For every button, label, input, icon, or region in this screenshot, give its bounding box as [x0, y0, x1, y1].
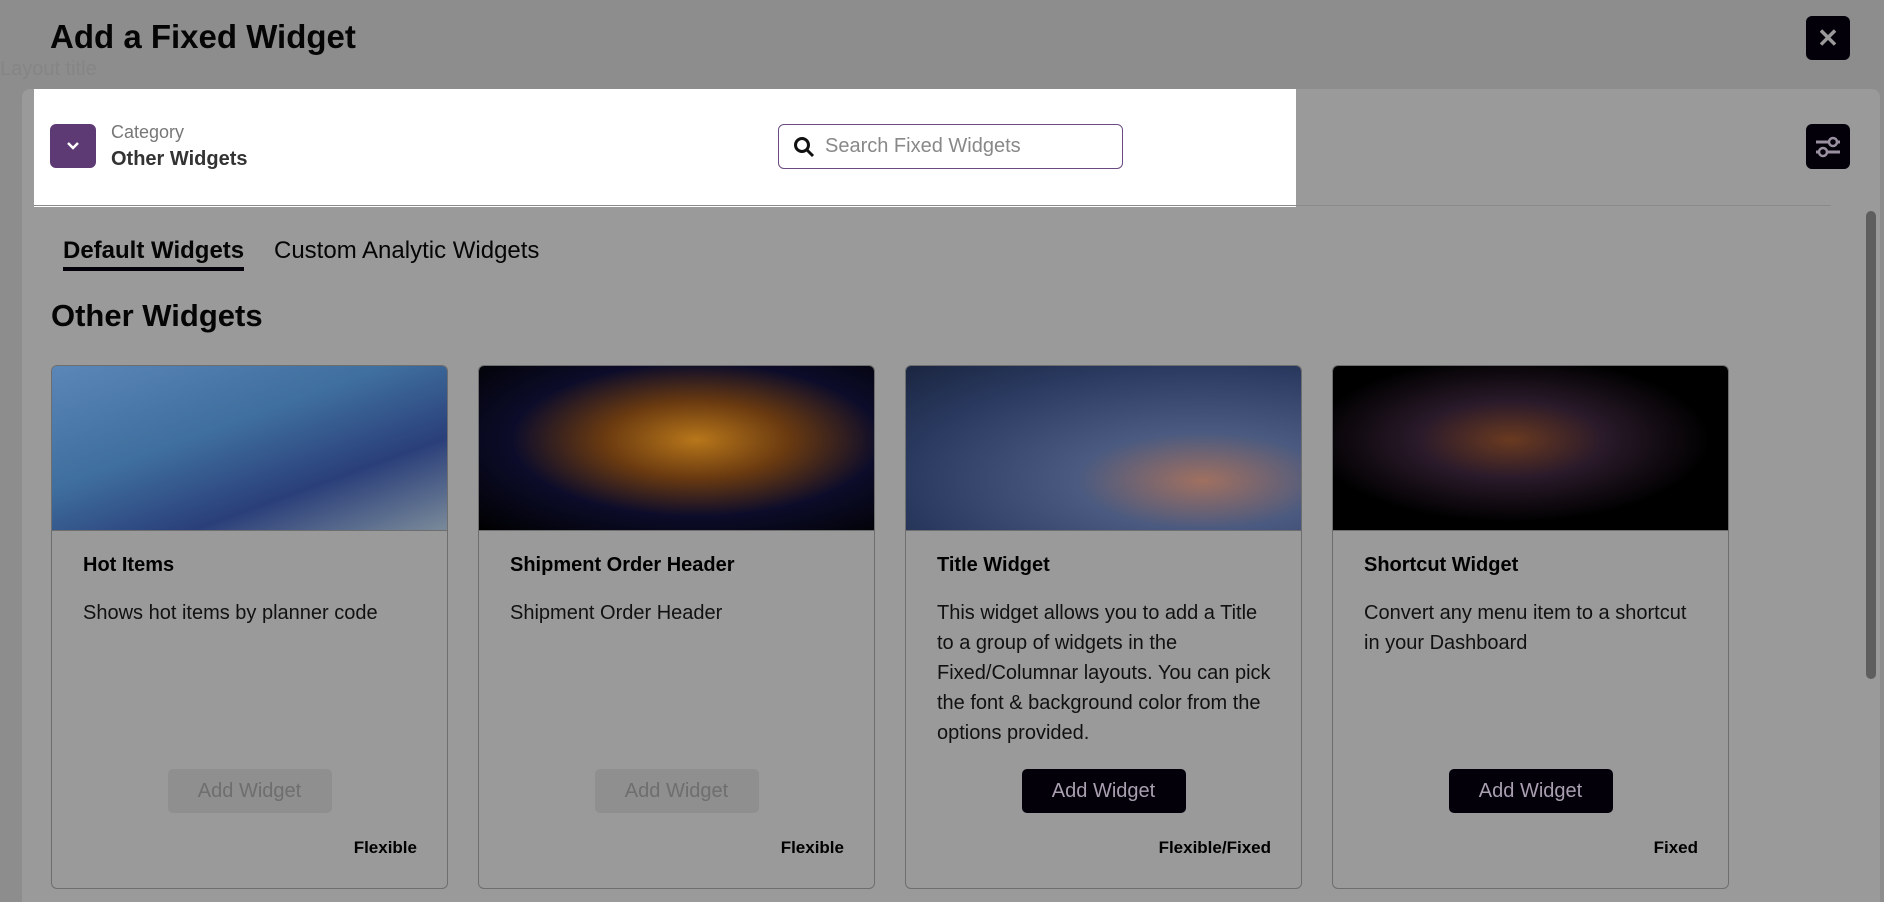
modal-title: Add a Fixed Widget	[50, 18, 356, 55]
card-description: Shows hot items by planner code	[83, 602, 378, 624]
chevron-down-icon	[67, 142, 79, 150]
close-icon: ✕	[1817, 22, 1839, 53]
add-widget-button[interactable]: Add Widget	[1448, 769, 1613, 813]
scrollbar[interactable]	[1866, 211, 1876, 679]
divider	[34, 205, 1831, 206]
add-widget-button[interactable]: Add Widget	[1021, 769, 1186, 813]
card-description: Shipment Order Header	[510, 602, 723, 624]
background-layout-title: Layout title	[0, 58, 97, 80]
search-field[interactable]	[778, 124, 1123, 169]
tab-custom-analytic-widgets[interactable]: Custom Analytic Widgets	[274, 237, 539, 265]
sliders-icon	[1816, 136, 1840, 157]
search-input[interactable]	[825, 135, 1095, 158]
card-title: Hot Items	[83, 554, 175, 576]
shortcut-widget-image	[1333, 366, 1728, 531]
card-title: Title Widget	[937, 554, 1050, 576]
layout-tag: Fixed	[1653, 838, 1698, 857]
card-title: Shipment Order Header	[510, 554, 735, 576]
search-icon	[794, 136, 815, 157]
close-button[interactable]: ✕	[1806, 16, 1850, 60]
widget-card-shortcut-widget: Shortcut Widget Convert any menu item to…	[1332, 365, 1729, 889]
card-title: Shortcut Widget	[1364, 554, 1519, 576]
widget-card-title-widget: Title Widget This widget allows you to a…	[905, 365, 1302, 889]
widget-card-hot-items: Hot Items Shows hot items by planner cod…	[51, 365, 448, 889]
tab-default-widgets[interactable]: Default Widgets	[63, 237, 245, 271]
title-widget-image	[906, 366, 1301, 531]
card-description: Convert any menu item to a shortcut in y…	[1364, 602, 1687, 654]
category-label: Category	[111, 122, 185, 142]
widget-card-shipment-order-header: Shipment Order Header Shipment Order Hea…	[478, 365, 875, 889]
filter-settings-button[interactable]	[1806, 124, 1850, 169]
hot-items-image	[52, 366, 447, 531]
section-title: Other Widgets	[51, 298, 263, 333]
add-widget-button[interactable]: Add Widget	[594, 769, 759, 813]
category-dropdown-button[interactable]	[50, 124, 96, 168]
layout-tag: Flexible	[780, 838, 844, 857]
card-description: This widget allows you to add a Title to…	[937, 602, 1271, 744]
category-value[interactable]: Other Widgets	[111, 148, 248, 171]
layout-tag: Flexible/Fixed	[1158, 838, 1271, 857]
shipment-image	[479, 366, 874, 531]
add-widget-button[interactable]: Add Widget	[167, 769, 332, 813]
layout-tag: Flexible	[353, 838, 417, 857]
